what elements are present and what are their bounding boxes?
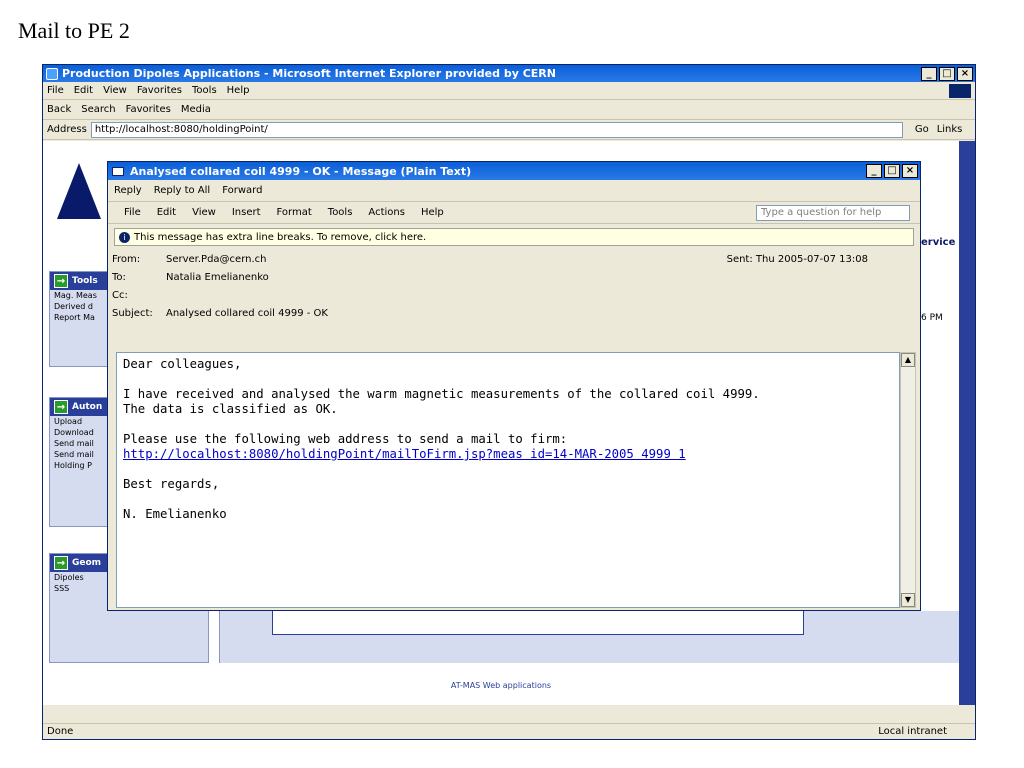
body-line (123, 462, 893, 477)
menu-insert[interactable]: Insert (232, 207, 261, 218)
message-body[interactable]: Dear colleagues, I have received and ana… (116, 352, 900, 608)
from-label: From: (112, 253, 141, 265)
body-line (123, 492, 893, 507)
body-line (123, 417, 893, 432)
body-line (123, 372, 893, 387)
back-button[interactable]: Back (47, 104, 71, 115)
slide-title: Mail to PE 2 (18, 18, 130, 43)
body-line: Please use the following web address to … (123, 432, 568, 446)
menu-file[interactable]: File (124, 207, 141, 218)
mail-to-firm-link[interactable]: http://localhost:8080/holdingPoint/mailT… (123, 447, 893, 462)
page-scrollbar[interactable] (959, 141, 975, 705)
message-title: Analysed collared coil 4999 - OK - Messa… (130, 164, 472, 178)
info-bar[interactable]: i This message has extra line breaks. To… (114, 228, 914, 246)
address-bar: Address http://localhost:8080/holdingPoi… (43, 120, 975, 140)
help-search-input[interactable]: Type a question for help (756, 204, 910, 221)
to-label: To: (112, 271, 126, 283)
ie-title-bar: Production Dipoles Applications - Micros… (43, 65, 975, 82)
message-title-bar: Analysed collared coil 4999 - OK - Messa… (108, 162, 920, 180)
body-line: Dear colleagues, (123, 357, 242, 371)
address-input[interactable]: http://localhost:8080/holdingPoint/ (90, 121, 903, 138)
from-value: Server.Pda@cern.ch (166, 253, 267, 265)
status-bar: Done Local intranet (43, 723, 975, 739)
menu-view[interactable]: View (192, 207, 216, 218)
to-row: To: Natalia Emelianenko (108, 268, 920, 286)
body-line: Best regards, (123, 477, 220, 491)
subject-value: Analysed collared coil 4999 - OK (166, 307, 328, 319)
ie-icon (46, 67, 58, 80)
sidebar-title: Geom (72, 558, 102, 568)
ie-window: Production Dipoles Applications - Micros… (42, 64, 976, 740)
scroll-up-arrow-icon[interactable]: ▲ (901, 353, 915, 367)
zone-text: Local intranet (878, 726, 947, 737)
close-button[interactable]: × (902, 164, 918, 178)
menu-help[interactable]: Help (227, 85, 250, 96)
reply-all-button[interactable]: Reply to All (154, 185, 211, 196)
footer-text: AT-MAS Web applications (450, 681, 552, 690)
reply-button[interactable]: Reply (114, 185, 142, 196)
subject-label: Subject: (112, 307, 153, 319)
menu-help[interactable]: Help (421, 207, 444, 218)
menu-favorites[interactable]: Favorites (137, 85, 182, 96)
arrow-icon: → (54, 400, 68, 414)
sidebar-title: Tools (72, 276, 98, 286)
media-button[interactable]: Media (181, 104, 211, 115)
menu-edit[interactable]: Edit (74, 85, 93, 96)
menu-tools[interactable]: Tools (192, 85, 217, 96)
cc-value (166, 290, 169, 301)
logo-icon (57, 163, 101, 219)
body-line: The data is classified as OK. (123, 402, 338, 416)
maximize-button[interactable]: □ (939, 66, 955, 81)
sent-text: Sent: Thu 2005-07-07 13:08 (727, 254, 868, 265)
menu-view[interactable]: View (103, 85, 127, 96)
content-box (272, 611, 804, 635)
service-text: ervice (921, 237, 956, 248)
windows-flag-icon (949, 83, 971, 98)
scroll-down-arrow-icon[interactable]: ▼ (901, 593, 915, 607)
to-value: Natalia Emelianenko (166, 271, 269, 283)
envelope-icon (112, 166, 124, 176)
sent-label: Sent: (726, 253, 753, 265)
menu-format[interactable]: Format (277, 207, 312, 218)
maximize-button[interactable]: □ (884, 164, 900, 178)
info-icon: i (119, 231, 130, 243)
forward-button[interactable]: Forward (222, 185, 262, 196)
links-button[interactable]: Links (937, 124, 963, 135)
minimize-button[interactable]: _ (866, 164, 882, 178)
cc-label: Cc: (112, 289, 128, 301)
message-menubar: File Edit View Insert Format Tools Actio… (108, 202, 920, 224)
favorites-button[interactable]: Favorites (126, 104, 171, 115)
arrow-icon: → (54, 556, 68, 570)
info-text: This message has extra line breaks. To r… (134, 231, 427, 243)
message-toolbar: Reply Reply to All Forward (108, 180, 920, 202)
sent-value: Thu 2005-07-07 13:08 (755, 253, 868, 265)
menu-edit[interactable]: Edit (157, 207, 176, 218)
menu-actions[interactable]: Actions (368, 207, 405, 218)
ie-menubar: File Edit View Favorites Tools Help (43, 82, 975, 100)
subject-row: Subject: Analysed collared coil 4999 - O… (108, 304, 920, 322)
cc-row: Cc: (108, 286, 920, 304)
content-panel (219, 611, 959, 663)
go-button[interactable]: Go (915, 124, 929, 135)
body-line: N. Emelianenko (123, 507, 227, 521)
from-row: From: Server.Pda@cern.ch Sent: Thu 2005-… (108, 250, 920, 268)
status-text: Done (47, 726, 74, 737)
time-text: 6 PM (921, 313, 943, 323)
body-line: I have received and analysed the warm ma… (123, 387, 760, 401)
menu-file[interactable]: File (47, 85, 64, 96)
body-scrollbar[interactable]: ▲ ▼ (900, 352, 916, 608)
ie-toolbar: Back Search Favorites Media (43, 100, 975, 120)
search-button[interactable]: Search (81, 104, 115, 115)
menu-tools[interactable]: Tools (328, 207, 353, 218)
close-button[interactable]: × (957, 66, 973, 81)
arrow-icon: → (54, 274, 68, 288)
message-window: Analysed collared coil 4999 - OK - Messa… (107, 161, 921, 611)
address-label: Address (47, 124, 87, 135)
minimize-button[interactable]: _ (921, 66, 937, 81)
sidebar-title: Auton (72, 402, 103, 412)
ie-title: Production Dipoles Applications - Micros… (62, 67, 556, 80)
